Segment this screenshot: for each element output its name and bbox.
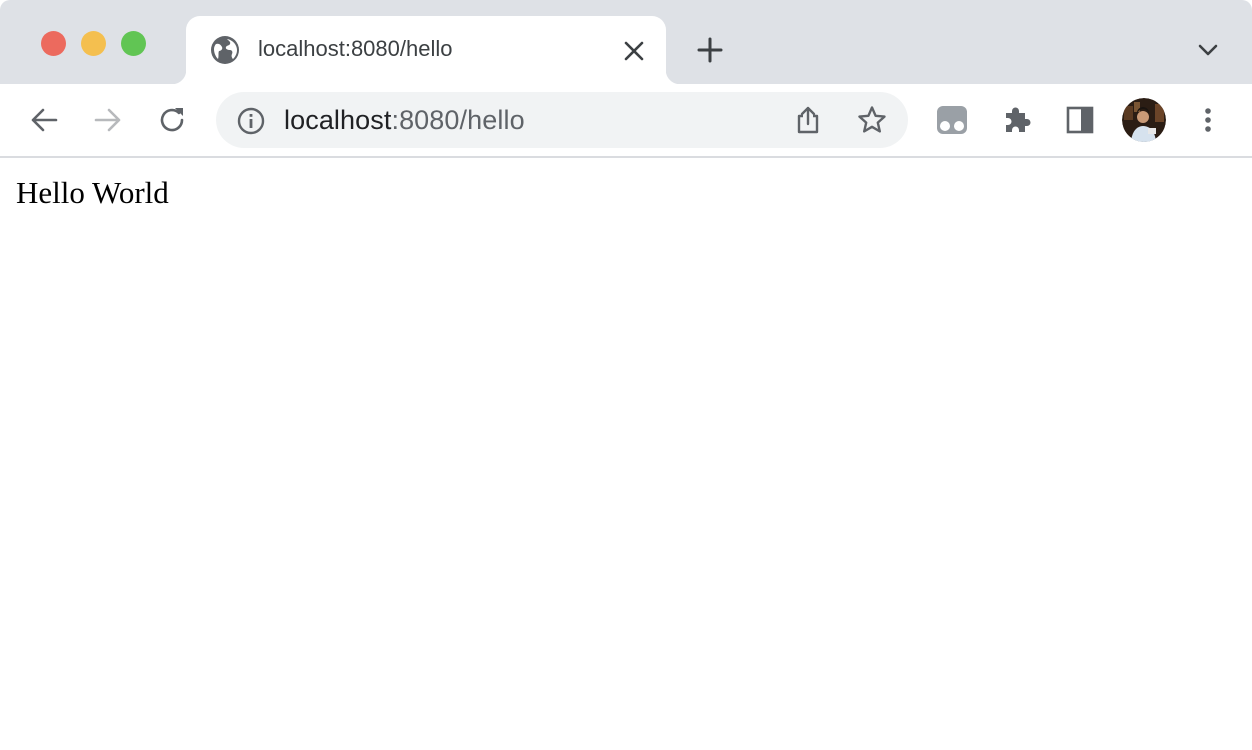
star-icon[interactable] — [856, 104, 888, 136]
chevron-down-icon[interactable] — [1194, 36, 1222, 64]
window-close-button[interactable] — [41, 31, 66, 56]
side-panel-icon[interactable] — [1064, 104, 1096, 136]
url-path: :8080/hello — [391, 105, 525, 135]
info-icon[interactable] — [236, 106, 266, 136]
url-host: localhost — [284, 105, 392, 135]
url-text[interactable]: localhost:8080/hello — [284, 105, 525, 136]
globe-icon — [210, 35, 240, 65]
plus-icon[interactable] — [694, 34, 726, 66]
browser-window: localhost:8080/hello localhost:8080/hell… — [0, 0, 1252, 750]
page-text: Hello World — [16, 175, 169, 210]
avatar[interactable] — [1122, 98, 1166, 142]
reload-icon[interactable] — [156, 104, 188, 136]
close-icon[interactable] — [620, 37, 648, 65]
window-maximize-button[interactable] — [121, 31, 146, 56]
page-content: Hello World — [0, 158, 1252, 750]
arrow-left-icon[interactable] — [28, 104, 60, 136]
extension-icon[interactable] — [936, 104, 968, 136]
tab-strip: localhost:8080/hello — [0, 0, 1252, 84]
window-minimize-button[interactable] — [81, 31, 106, 56]
tab-title: localhost:8080/hello — [258, 36, 453, 61]
tab-active[interactable]: localhost:8080/hello — [172, 16, 680, 84]
share-icon[interactable] — [792, 104, 824, 136]
kebab-menu-icon[interactable] — [1192, 104, 1224, 136]
toolbar: localhost:8080/hello — [0, 84, 1252, 158]
arrow-right-icon[interactable] — [92, 104, 124, 136]
address-bar[interactable]: localhost:8080/hello — [216, 92, 908, 148]
puzzle-icon[interactable] — [1000, 104, 1032, 136]
